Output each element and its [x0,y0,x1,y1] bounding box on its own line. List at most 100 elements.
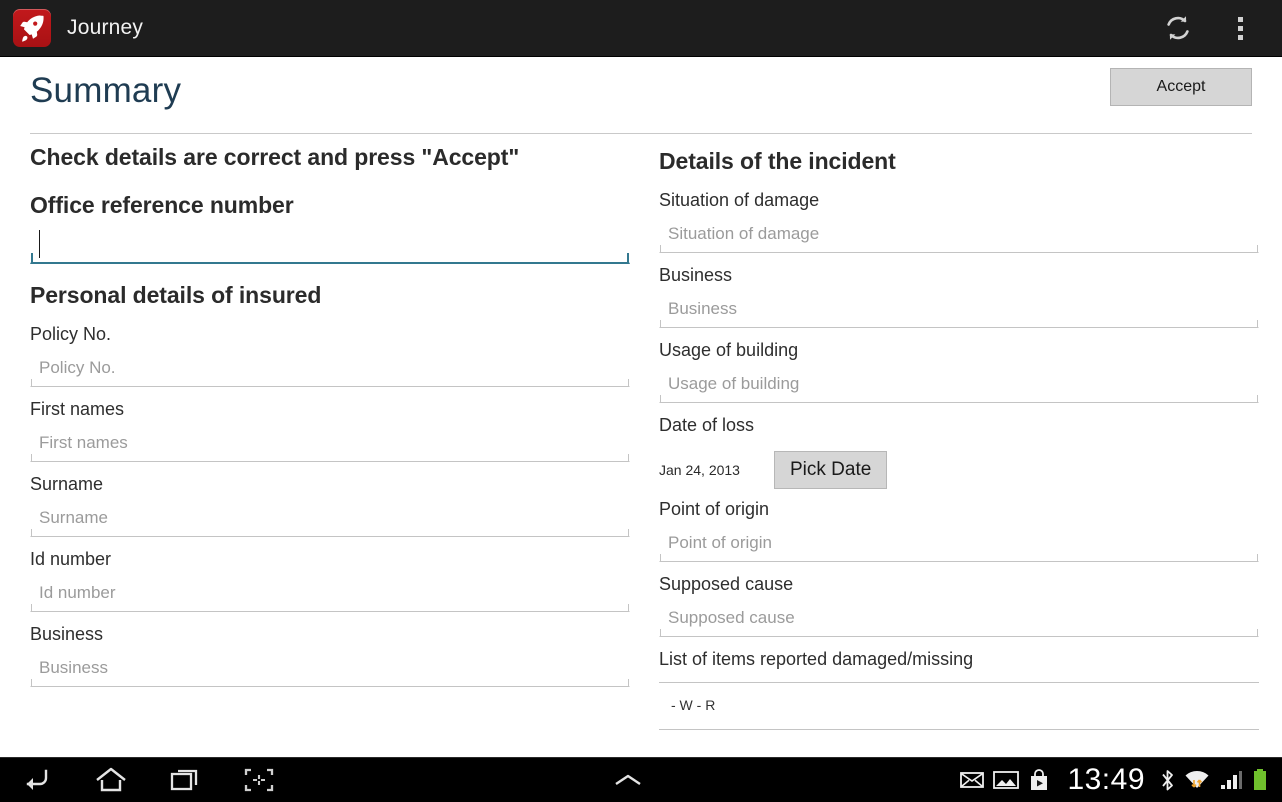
back-icon[interactable] [0,758,74,802]
field-label: Supposed cause [659,574,794,594]
field-label: Surname [30,474,104,494]
input-tick-right [628,529,629,536]
input-tick-left [31,454,32,461]
input-tick-left [660,554,661,561]
action-bar: Journey [0,0,1282,57]
input-placeholder: Surname [39,507,108,527]
app-title: Journey [67,16,144,39]
input-tick-left [31,379,32,386]
incident-details-heading: Details of the incident [659,148,896,174]
date-of-loss-value: Jan 24, 2013 [659,462,740,478]
input-tick-left [660,320,661,327]
field-label: Situation of damage [659,190,820,210]
play-store-icon [1028,769,1050,791]
input-tick-right [628,679,629,686]
input-tick-right [628,454,629,461]
field-label: Id number [30,549,112,569]
input-tick-left [660,395,661,402]
battery-icon [1252,768,1268,792]
list-divider-bottom [659,729,1259,730]
field-label: Usage of building [659,340,799,360]
input-tick-left [660,629,661,636]
input-tick-right [1257,554,1258,561]
office-reference-input[interactable] [30,226,630,264]
status-clock: 13:49 [1067,763,1146,796]
field-label: Date of loss [659,415,755,435]
text-input[interactable]: Policy No. [30,349,630,387]
input-tick-left [31,679,32,686]
email-icon [960,771,985,789]
field-surname[interactable]: Surname Surname [30,471,630,537]
refresh-icon[interactable] [1150,0,1206,57]
accept-button[interactable]: Accept [1110,68,1252,106]
list-item[interactable]: - W - R [659,683,1259,713]
field-label: Business [659,265,733,285]
gallery-icon [993,770,1020,790]
field-business-right[interactable]: Business Business [659,262,1259,328]
bluetooth-icon [1160,768,1175,792]
field-supposed-cause[interactable]: Supposed cause Supposed cause [659,571,1259,637]
input-placeholder: First names [39,432,128,452]
form-content: Check details are correct and press "Acc… [0,140,1282,757]
input-tick-right [1257,395,1258,402]
text-input[interactable]: Supposed cause [659,599,1259,637]
input-placeholder: Point of origin [668,532,772,552]
input-tick-left [31,529,32,536]
page-header: Summary Accept [0,57,1282,134]
rocket-icon [13,9,51,47]
input-tick-right [627,253,629,262]
field-id-number[interactable]: Id number Id number [30,546,630,612]
overflow-menu-icon[interactable] [1212,0,1268,57]
input-placeholder: Usage of building [668,373,800,393]
office-reference-field[interactable] [30,226,630,264]
text-input[interactable]: Id number [30,574,630,612]
text-input[interactable]: First names [30,424,630,462]
page-title: Summary [30,71,182,110]
system-navigation-bar: 13:49 [0,757,1282,802]
input-tick-left [31,604,32,611]
left-column: Check details are correct and press "Acc… [30,140,630,687]
input-placeholder: Situation of damage [668,223,820,243]
field-label: Point of origin [659,499,770,519]
input-tick-right [628,379,629,386]
field-usage-of-building[interactable]: Usage of building Usage of building [659,337,1259,403]
text-input[interactable]: Surname [30,499,630,537]
pick-date-button[interactable]: Pick Date [774,451,888,489]
right-column: Details of the incident Situation of dam… [659,140,1259,730]
field-date-of-loss: Date of loss Jan 24, 2013 Pick Date [659,412,1259,492]
chevron-up-icon[interactable] [591,758,665,802]
field-business-left[interactable]: Business Business [30,621,630,687]
personal-details-heading: Personal details of insured [30,282,322,308]
input-placeholder: Business [39,657,108,677]
screenshot-icon[interactable] [222,758,296,802]
field-situation-of-damage[interactable]: Situation of damage Situation of damage [659,187,1259,253]
text-input[interactable]: Point of origin [659,524,1259,562]
text-input[interactable]: Business [659,290,1259,328]
wifi-icon [1184,769,1210,791]
tablet-screen: Journey Summary Accept Check details are… [0,0,1282,802]
input-tick-right [1257,320,1258,327]
recent-apps-icon[interactable] [148,758,222,802]
input-placeholder: Business [668,298,737,318]
status-icons: 13:49 [960,763,1268,797]
instruction-text: Check details are correct and press "Acc… [30,144,520,170]
input-tick-right [1257,245,1258,252]
field-policy-no[interactable]: Policy No. Policy No. [30,321,630,387]
office-reference-heading: Office reference number [30,192,294,218]
text-input[interactable]: Business [30,649,630,687]
input-tick-left [660,245,661,252]
header-divider [30,133,1252,134]
text-caret [39,230,40,258]
field-label: Policy No. [30,324,112,344]
input-tick-left [31,253,33,262]
home-icon[interactable] [74,758,148,802]
input-placeholder: Id number [39,582,116,602]
field-label: First names [30,399,125,419]
field-label: Business [30,624,104,644]
field-first-names[interactable]: First names First names [30,396,630,462]
field-point-of-origin[interactable]: Point of origin Point of origin [659,496,1259,562]
text-input[interactable]: Situation of damage [659,215,1259,253]
damaged-items-list: List of items reported damaged/missing -… [659,646,1259,730]
input-tick-right [1257,629,1258,636]
text-input[interactable]: Usage of building [659,365,1259,403]
